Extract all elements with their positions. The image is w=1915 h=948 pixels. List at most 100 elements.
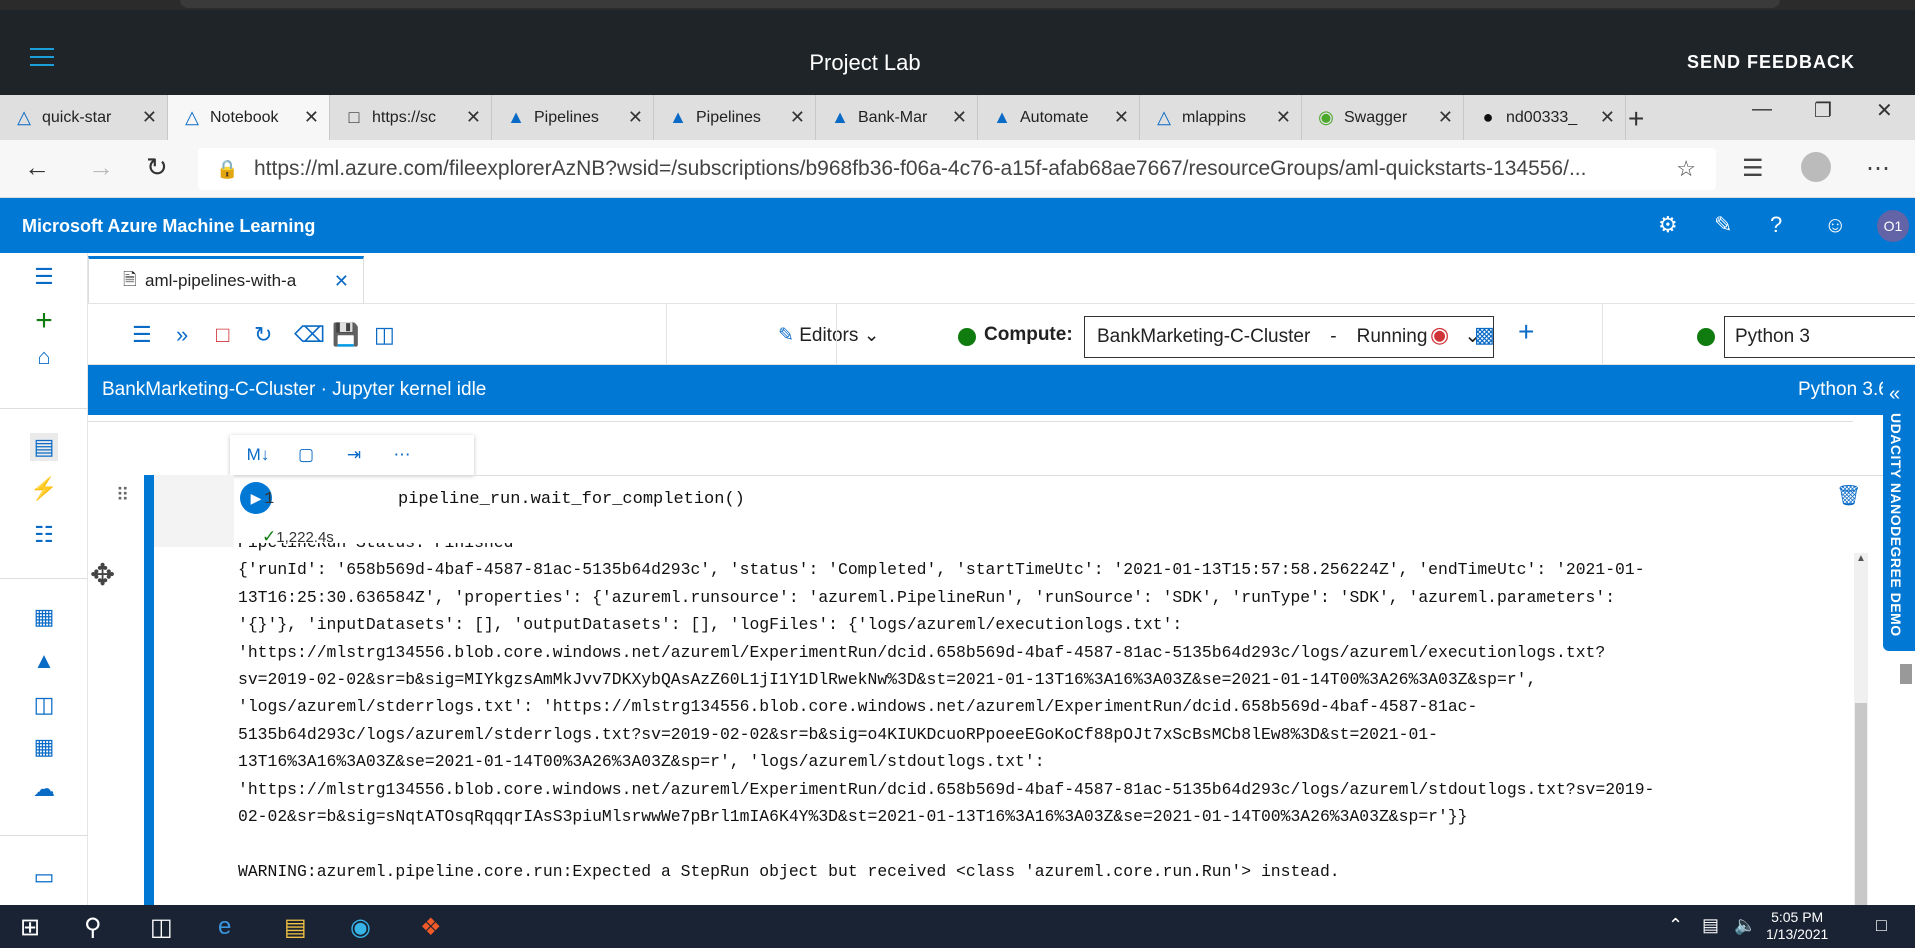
browser-tab[interactable]: ▲ Bank-Mar ✕ [816, 95, 978, 140]
close-tab-icon[interactable]: ✕ [142, 107, 157, 128]
top-address-strip [180, 0, 1780, 8]
stop-icon[interactable]: □ [216, 322, 229, 348]
more-icon[interactable]: ⋯ [1866, 154, 1890, 183]
help-icon[interactable]: ? [1770, 212, 1782, 238]
close-window-icon[interactable]: ✕ [1876, 98, 1893, 123]
notebooks-icon[interactable]: ▤ [30, 433, 58, 461]
menu-icon[interactable]: ☰ [30, 263, 58, 291]
browser-tab[interactable]: ▲ Pipelines ✕ [492, 95, 654, 140]
windows-start-icon[interactable]: ⊞ [20, 913, 40, 942]
forward-icon[interactable]: → [88, 152, 114, 183]
edge-icon[interactable]: ◉ [350, 913, 371, 942]
lock-icon: 🔒 [216, 158, 239, 179]
home-icon[interactable]: ⌂ [30, 343, 58, 371]
smiley-feedback-icon[interactable]: ☺ [1824, 212, 1846, 238]
clear-cell-icon[interactable]: ▢ [286, 445, 326, 465]
top-edge [0, 0, 1915, 10]
close-tab-icon[interactable]: ✕ [1438, 107, 1453, 128]
close-file-tab-icon[interactable]: ✕ [334, 271, 349, 292]
project-header: Project Lab SEND FEEDBACK [0, 10, 1915, 95]
search-icon[interactable]: ⚲ [84, 913, 102, 942]
code-line[interactable]: pipeline_run.wait_for_completion() [398, 490, 745, 509]
favorites-icon[interactable]: ☰ [1742, 154, 1764, 183]
notebook-file-tab[interactable]: 🗎 aml-pipelines-with-a ✕ [88, 256, 364, 303]
send-feedback-button[interactable]: SEND FEEDBACK [1687, 52, 1855, 73]
notifications-icon[interactable]: □ [1876, 915, 1887, 936]
browser-tab[interactable]: □ https://sc ✕ [330, 95, 492, 140]
close-tab-icon[interactable]: ✕ [1276, 107, 1291, 128]
url-text[interactable]: https://ml.azure.com/fileexplorerAzNB?ws… [254, 157, 1674, 181]
close-tab-icon[interactable]: ✕ [628, 107, 643, 128]
create-new-icon[interactable]: + [30, 304, 58, 337]
internet-explorer-icon[interactable]: e [218, 913, 231, 941]
drag-handle-icon[interactable]: ⠿ [116, 485, 129, 506]
udacity-side-panel[interactable]: « UDACITY NANODEGREE DEMO [1883, 373, 1915, 651]
clock[interactable]: 5:05 PM 1/13/2021 [1766, 909, 1828, 943]
compute-icon[interactable]: ▭ [30, 863, 58, 891]
close-tab-icon[interactable]: ✕ [304, 107, 319, 128]
network-icon[interactable]: ▤ [1702, 915, 1719, 936]
scroll-up-icon[interactable]: ▲ [1856, 553, 1866, 564]
close-tab-icon[interactable]: ✕ [466, 107, 481, 128]
address-bar[interactable]: 🔒 https://ml.azure.com/fileexplorerAzNB?… [198, 148, 1716, 190]
split-cell-icon[interactable]: ⇥ [334, 445, 374, 465]
close-tab-icon[interactable]: ✕ [1114, 107, 1129, 128]
double-chevron-left-icon[interactable]: « [1889, 383, 1900, 406]
markdown-toggle-icon[interactable]: M↓ [238, 445, 278, 465]
models-icon[interactable]: ▦ [30, 733, 58, 761]
git-icon[interactable]: ❖ [420, 913, 442, 942]
browser-tab[interactable]: ▲ Automate ✕ [978, 95, 1140, 140]
kernel-select[interactable]: Python 3 ⌄ [1724, 316, 1915, 358]
experiments-icon[interactable]: ▲ [30, 647, 58, 675]
code-editor[interactable]: 1 pipeline_run.wait_for_completion() [234, 475, 1883, 533]
close-tab-icon[interactable]: ✕ [1600, 107, 1615, 128]
save-icon[interactable]: 💾 [332, 322, 359, 348]
browser-tab-active[interactable]: △ Notebook ✕ [168, 95, 330, 140]
notebook-icon[interactable]: ✎ [1714, 212, 1732, 238]
output-line: 13T16:25:30.636584Z', 'properties': {'az… [238, 587, 1616, 607]
page-scroll-thumb[interactable] [1900, 664, 1912, 684]
show-hidden-icons[interactable]: ⌃ [1668, 915, 1683, 936]
add-compute-icon[interactable]: + [1518, 316, 1534, 348]
stop-compute-icon[interactable]: ◉ [1430, 322, 1449, 348]
automated-ml-icon[interactable]: ⚡ [30, 475, 58, 503]
refresh-icon[interactable]: ↻ [146, 152, 168, 183]
settings-gear-icon[interactable]: ⚙ [1658, 212, 1678, 238]
back-icon[interactable]: ← [24, 152, 50, 183]
menu-list-icon[interactable]: ☰ [132, 322, 152, 348]
delete-cell-icon[interactable]: 🗑 [1836, 483, 1861, 508]
output-line: 'https://mlstrg134556.blob.core.windows.… [238, 642, 1606, 662]
new-tab-icon[interactable]: + [1628, 103, 1644, 135]
browser-tab[interactable]: △ quick-star ✕ [0, 95, 168, 140]
browser-tab[interactable]: △ mlappins ✕ [1140, 95, 1302, 140]
terminal-icon[interactable]: ▩ [1474, 322, 1495, 348]
clear-outputs-icon[interactable]: ⌫ [294, 322, 325, 348]
more-actions-icon[interactable]: ⋯ [382, 445, 422, 465]
close-tab-icon[interactable]: ✕ [790, 107, 805, 128]
compute-label: Compute: [984, 324, 1073, 345]
active-cell-indicator [144, 475, 154, 905]
volume-icon[interactable]: 🔈 [1734, 915, 1756, 936]
browser-tab[interactable]: ● nd00333_ ✕ [1464, 95, 1626, 140]
restore-icon[interactable]: ❐ [1814, 98, 1832, 123]
user-avatar[interactable]: O1 [1877, 210, 1909, 242]
run-all-icon[interactable]: » [176, 322, 188, 348]
datasets-icon[interactable]: ▦ [30, 603, 58, 631]
browser-tab[interactable]: ◉ Swagger ✕ [1302, 95, 1464, 140]
file-explorer-icon[interactable]: ▤ [284, 913, 307, 942]
scrollbar-thumb[interactable] [1855, 703, 1867, 905]
output-scrollbar[interactable]: ▲ [1854, 553, 1868, 905]
task-view-icon[interactable]: ◫ [150, 913, 173, 942]
minimize-icon[interactable]: — [1752, 98, 1772, 121]
close-tab-icon[interactable]: ✕ [952, 107, 967, 128]
pipelines-icon[interactable]: ◫ [30, 691, 58, 719]
editors-dropdown[interactable]: ✎ Editors ⌄ [778, 324, 880, 347]
browser-tab[interactable]: ▲ Pipelines ✕ [654, 95, 816, 140]
open-jupyter-icon[interactable]: ◫ [374, 322, 395, 348]
restart-kernel-icon[interactable]: ↻ [254, 322, 272, 348]
endpoints-icon[interactable]: ☁ [30, 775, 58, 803]
profile-avatar-icon[interactable] [1801, 152, 1831, 182]
favorite-star-icon[interactable]: ☆ [1676, 156, 1696, 182]
designer-icon[interactable]: ☷ [30, 521, 58, 549]
azure-brand[interactable]: Microsoft Azure Machine Learning [22, 216, 315, 237]
